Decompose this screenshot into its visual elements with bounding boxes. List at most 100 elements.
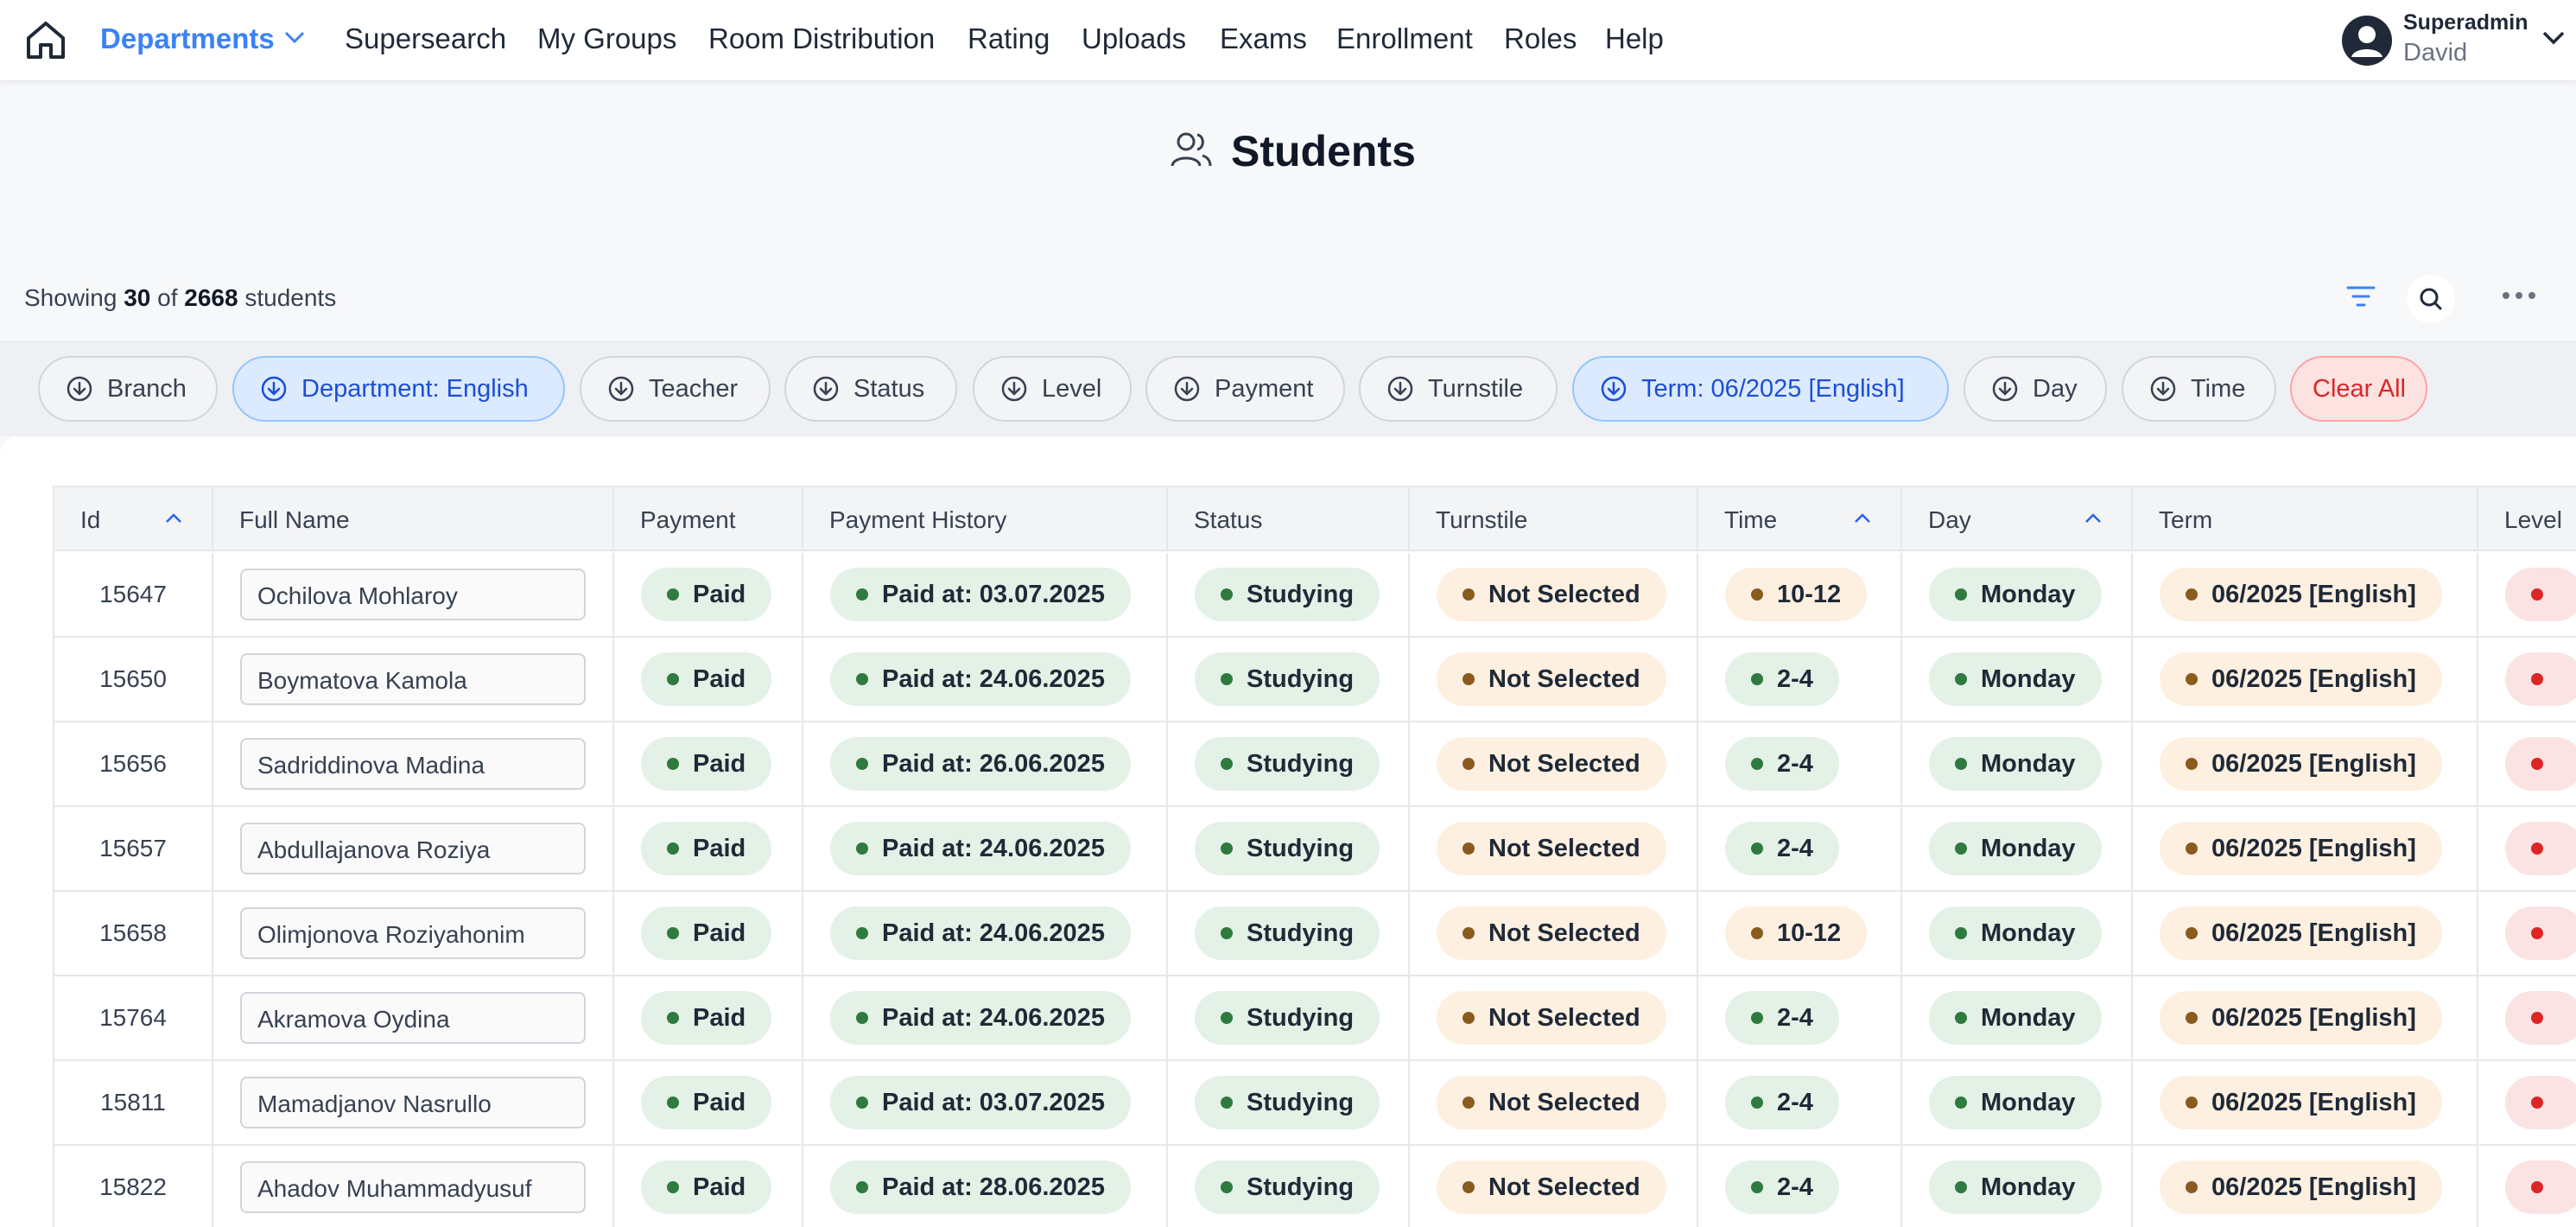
status-dot: [1751, 588, 1763, 601]
status-dot: [2531, 1181, 2543, 1193]
payment-badge: Paid: [641, 1160, 772, 1214]
chevron-down-icon[interactable]: [283, 29, 306, 45]
turnstile-badge: Not Selected: [1437, 1076, 1666, 1129]
full-name-field[interactable]: Akramova Oydina: [240, 992, 586, 1044]
filter-chip-payment[interactable]: Payment: [1145, 356, 1345, 422]
more-icon[interactable]: [2502, 290, 2536, 301]
sort-up-icon[interactable]: [2083, 512, 2103, 525]
column-header-level[interactable]: Level: [2478, 487, 2576, 551]
table-row[interactable]: 15656 Sadriddinova Madina Paid Paid at: 26.…: [54, 722, 2576, 807]
nav-item-supersearch[interactable]: Supersearch: [345, 22, 506, 55]
full-name-field[interactable]: Mamadjanov Nasrullo: [240, 1077, 586, 1128]
nav-item-help[interactable]: Help: [1605, 22, 1664, 55]
full-name-field[interactable]: Ahadov Muhammadyusuf: [240, 1161, 586, 1213]
column-header-status[interactable]: Status: [1168, 487, 1410, 551]
status-dot: [1751, 1012, 1763, 1024]
filter-chip-time[interactable]: Time: [2122, 356, 2276, 422]
nav-item-exams[interactable]: Exams: [1220, 22, 1307, 55]
filter-icon[interactable]: [2345, 281, 2376, 312]
table-row[interactable]: 15822 Ahadov Muhammadyusuf Paid Paid at: 28…: [54, 1146, 2576, 1227]
column-header-turnstile[interactable]: Turnstile: [1410, 487, 1698, 551]
full-name-field[interactable]: Abdullajanova Roziya: [240, 823, 586, 874]
filter-chip-department-english[interactable]: Department: English: [232, 356, 565, 422]
day-badge-label: Monday: [1981, 1173, 2076, 1201]
column-header-payment-history[interactable]: Payment History: [803, 487, 1168, 551]
filter-chip-label: Turnstile: [1428, 374, 1524, 403]
cell-id: 15764: [54, 976, 213, 1061]
cell-payment: Paid: [614, 807, 803, 892]
nav-item-room-distribution[interactable]: Room Distribution: [708, 22, 935, 55]
table-row[interactable]: 15658 Olimjonova Roziyahonim Paid Paid at: …: [54, 892, 2576, 976]
filter-chip-term-06-2025-english[interactable]: Term: 06/2025 [English]: [1572, 356, 1949, 422]
level-badge: [2505, 568, 2576, 621]
full-name-field[interactable]: Ochilova Mohlaroy: [240, 569, 586, 620]
time-badge-label: 2-4: [1777, 1088, 1813, 1116]
nav-item-my-groups[interactable]: My Groups: [537, 22, 676, 55]
column-header-day[interactable]: Day: [1902, 487, 2133, 551]
column-header-payment[interactable]: Payment: [614, 487, 803, 551]
cell-id: 15650: [54, 638, 213, 722]
column-header-term[interactable]: Term: [2133, 487, 2478, 551]
status-dot: [1221, 927, 1233, 939]
arrow-down-circle-icon: [1174, 376, 1200, 402]
filter-chip-label: Day: [2033, 374, 2078, 403]
cell-full-name: Mamadjanov Nasrullo: [213, 1061, 614, 1146]
filter-chip-label: Time: [2191, 374, 2246, 403]
filter-chip-day[interactable]: Day: [1964, 356, 2107, 422]
status-dot: [1751, 927, 1763, 939]
nav-item-departments[interactable]: Departments: [100, 22, 275, 55]
payment-badge-label: Paid: [693, 1088, 746, 1116]
column-header-label: Turnstile: [1436, 506, 1528, 533]
search-button[interactable]: [2407, 275, 2455, 323]
filter-chip-level[interactable]: Level: [973, 356, 1132, 422]
cell-payment: Paid: [614, 638, 803, 722]
cell-term: 06/2025 [English]: [2133, 892, 2478, 976]
cell-term: 06/2025 [English]: [2133, 1061, 2478, 1146]
chevron-down-icon[interactable]: [2541, 29, 2566, 47]
cell-status: Studying: [1168, 892, 1410, 976]
column-header-label: Id: [80, 506, 101, 533]
table-row[interactable]: 15764 Akramova Oydina Paid Paid at: 24.06.2…: [54, 976, 2576, 1061]
user-role: Superadmin: [2403, 10, 2528, 35]
time-badge-label: 2-4: [1777, 834, 1813, 862]
column-header-id[interactable]: Id: [54, 487, 213, 551]
table-row[interactable]: 15657 Abdullajanova Roziya Paid Paid at: 24…: [54, 807, 2576, 892]
status-dot: [1955, 758, 1967, 770]
cell-time: 2-4: [1698, 1061, 1902, 1146]
full-name-field[interactable]: Sadriddinova Madina: [240, 738, 586, 790]
table-row[interactable]: 15647 Ochilova Mohlaroy Paid Paid at: 03.07…: [54, 553, 2576, 638]
full-name-field[interactable]: Boymatova Kamola: [240, 653, 586, 705]
nav-item-enrollment[interactable]: Enrollment: [1336, 22, 1473, 55]
filter-chip-teacher[interactable]: Teacher: [580, 356, 771, 422]
sort-up-icon[interactable]: [163, 512, 184, 525]
full-name-field[interactable]: Olimjonova Roziyahonim: [240, 907, 586, 959]
cell-level: [2478, 892, 2576, 976]
nav-item-rating[interactable]: Rating: [968, 22, 1050, 55]
sort-up-icon[interactable]: [1852, 512, 1873, 525]
nav-item-roles[interactable]: Roles: [1504, 22, 1577, 55]
cell-id: 15811: [54, 1061, 213, 1146]
status-badge: Studying: [1195, 1076, 1380, 1129]
home-icon[interactable]: [24, 19, 67, 60]
column-header-full-name[interactable]: Full Name: [213, 487, 614, 551]
filter-chip-status[interactable]: Status: [784, 356, 957, 422]
payment-badge: Paid: [641, 1076, 772, 1129]
column-header-time[interactable]: Time: [1698, 487, 1902, 551]
cell-full-name: Boymatova Kamola: [213, 638, 614, 722]
arrow-down-circle-icon: [1001, 376, 1027, 402]
term-badge: 06/2025 [English]: [2160, 1160, 2442, 1214]
table-row[interactable]: 15650 Boymatova Kamola Paid Paid at: 24.06.…: [54, 638, 2576, 722]
cell-term: 06/2025 [English]: [2133, 976, 2478, 1061]
status-dot: [2186, 1181, 2198, 1193]
table-row[interactable]: 15811 Mamadjanov Nasrullo Paid Paid at: 03.…: [54, 1061, 2576, 1146]
clear-all-button[interactable]: Clear All: [2290, 356, 2427, 422]
user-avatar-icon[interactable]: [2342, 16, 2392, 66]
filter-chip-branch[interactable]: Branch: [38, 356, 218, 422]
status-badge: Studying: [1195, 652, 1380, 706]
day-badge-label: Monday: [1981, 919, 2076, 947]
filter-chip-turnstile[interactable]: Turnstile: [1359, 356, 1558, 422]
cell-term: 06/2025 [English]: [2133, 807, 2478, 892]
cell-term: 06/2025 [English]: [2133, 722, 2478, 807]
status-dot: [2186, 1012, 2198, 1024]
nav-item-uploads[interactable]: Uploads: [1082, 22, 1186, 55]
